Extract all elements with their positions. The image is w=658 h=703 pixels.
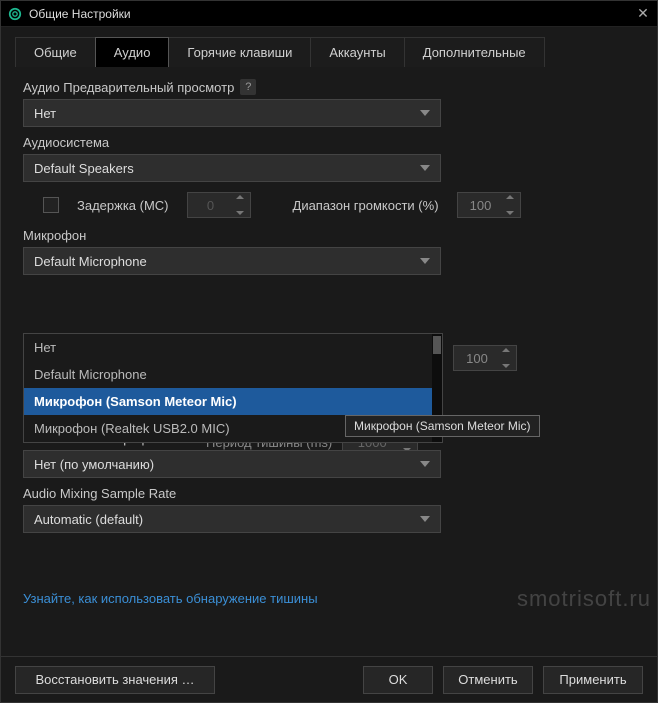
close-icon[interactable]: ✕ [635, 5, 651, 22]
app-icon [7, 6, 23, 22]
chevron-down-icon [420, 461, 430, 467]
audiosystem-select[interactable]: Default Speakers [23, 154, 441, 182]
settings-window: Общие Настройки ✕ Общие Аудио Горячие кл… [0, 0, 658, 703]
label-text: Аудио Предварительный просмотр [23, 80, 234, 95]
delay-checkbox[interactable] [43, 197, 59, 213]
select-value: Нет (по умолчанию) [34, 457, 420, 472]
select-value: Нет [34, 106, 420, 121]
volrange-input[interactable]: 100 [457, 192, 521, 218]
mic-select[interactable]: Default Microphone [23, 247, 441, 275]
mic-volume-input[interactable]: 100 [453, 345, 517, 371]
select-value: Default Speakers [34, 161, 420, 176]
audio-preview-select[interactable]: Нет [23, 99, 441, 127]
mic-option-none[interactable]: Нет [24, 334, 442, 361]
audio-preview-label: Аудио Предварительный просмотр ? [23, 79, 635, 95]
delay-input[interactable]: 0 [187, 192, 251, 218]
volrange-label: Диапазон громкости (%) [293, 198, 439, 213]
footer: Восстановить значения … OK Отменить Прим… [1, 656, 657, 702]
num-value: 0 [207, 198, 214, 213]
window-title: Общие Настройки [29, 7, 635, 21]
cancel-button[interactable]: Отменить [443, 666, 533, 694]
mic-option-default[interactable]: Default Microphone [24, 361, 442, 388]
audiosystem-label: Аудиосистема [23, 135, 635, 150]
delay-label: Задержка (МС) [77, 198, 169, 213]
select-value: Automatic (default) [34, 512, 420, 527]
help-icon[interactable]: ? [240, 79, 256, 95]
chevron-down-icon [420, 516, 430, 522]
silence-detection-link[interactable]: Узнайте, как использовать обнаружение ти… [23, 591, 318, 606]
samplerate-label: Audio Mixing Sample Rate [23, 486, 635, 501]
tab-audio[interactable]: Аудио [95, 37, 170, 67]
chevron-down-icon [420, 165, 430, 171]
tab-hotkeys[interactable]: Горячие клавиши [168, 37, 311, 67]
ok-button[interactable]: OK [363, 666, 433, 694]
tab-general[interactable]: Общие [15, 37, 96, 67]
watermark: smotrisoft.ru [517, 586, 651, 612]
tooltip: Микрофон (Samson Meteor Mic) [345, 415, 540, 437]
mic-option-samson[interactable]: Микрофон (Samson Meteor Mic) [24, 388, 442, 415]
mic-label: Микрофон [23, 228, 635, 243]
monomix-select[interactable]: Нет (по умолчанию) [23, 450, 441, 478]
chevron-down-icon [420, 110, 430, 116]
select-value: Default Microphone [34, 254, 420, 269]
titlebar: Общие Настройки ✕ [1, 1, 657, 27]
restore-defaults-button[interactable]: Восстановить значения … [15, 666, 215, 694]
tab-advanced[interactable]: Дополнительные [404, 37, 545, 67]
apply-button[interactable]: Применить [543, 666, 643, 694]
content-pane: Аудио Предварительный просмотр ? Нет Ауд… [1, 67, 657, 656]
chevron-down-icon [420, 258, 430, 264]
num-value: 100 [466, 351, 488, 366]
tab-bar: Общие Аудио Горячие клавиши Аккаунты Доп… [1, 27, 657, 67]
num-value: 100 [470, 198, 492, 213]
tab-accounts[interactable]: Аккаунты [310, 37, 404, 67]
samplerate-select[interactable]: Automatic (default) [23, 505, 441, 533]
